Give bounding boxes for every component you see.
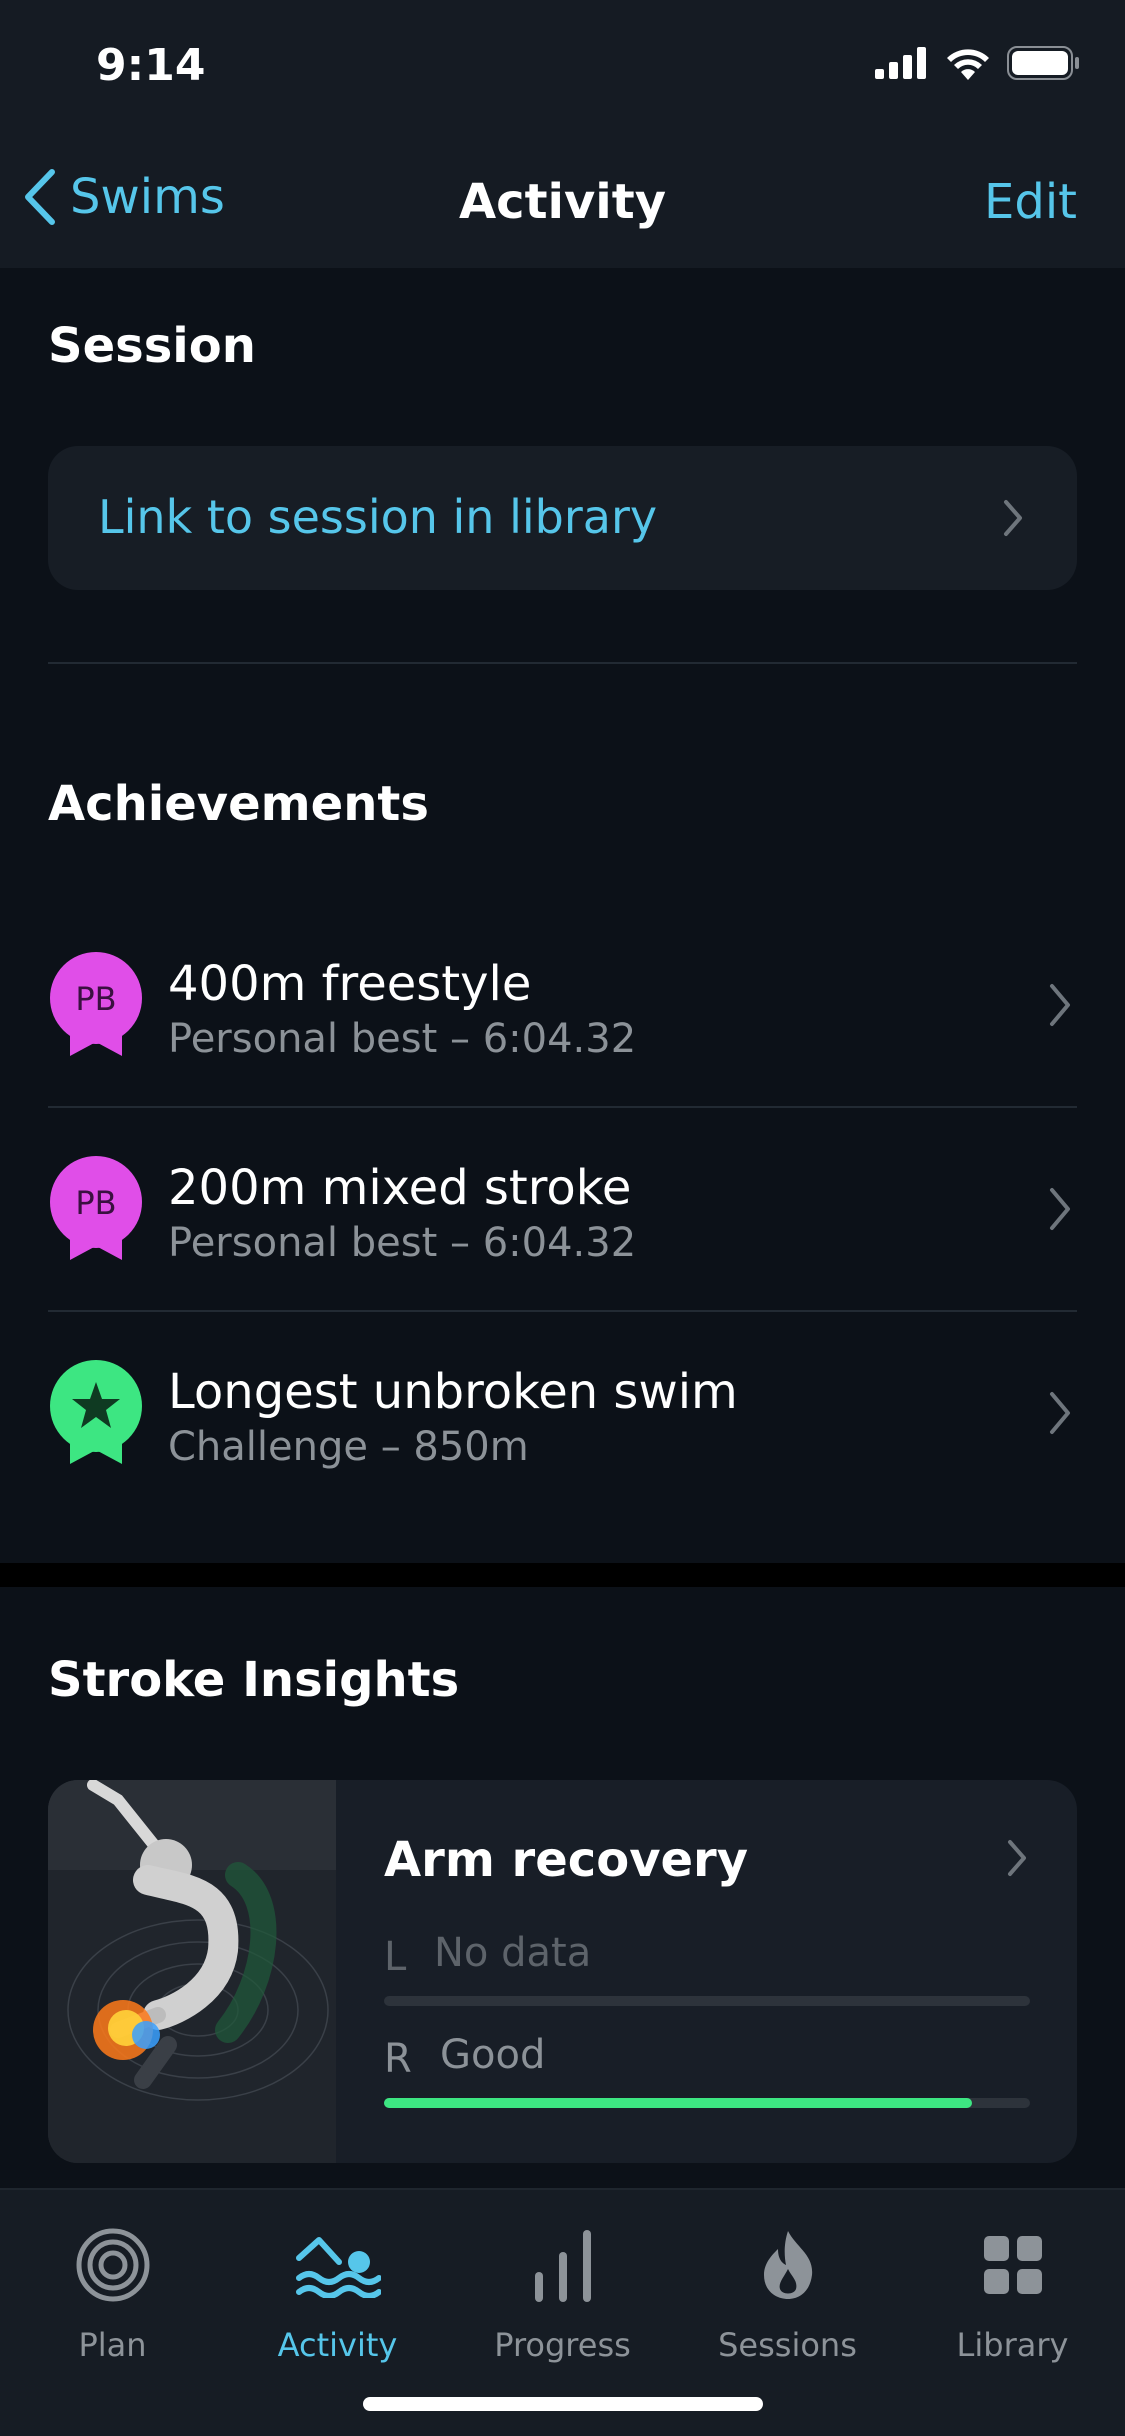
tab-label: Library: [956, 2326, 1069, 2364]
achievements-title: Achievements: [48, 776, 429, 832]
tab-label: Sessions: [718, 2326, 857, 2364]
stroke-insights-title: Stroke Insights: [48, 1652, 460, 1708]
left-side-label: L: [384, 1934, 407, 1980]
tab-activity[interactable]: Activity: [225, 2190, 450, 2390]
pb-badge-icon: PB: [50, 952, 142, 1056]
link-session-button[interactable]: Link to session in library: [48, 446, 1077, 590]
wifi-icon: [947, 49, 989, 80]
chevron-right-icon: [1050, 1188, 1070, 1230]
pb-badge-icon: PB: [50, 1156, 142, 1260]
grid-icon: [983, 2236, 1042, 2294]
insight-title: Arm recovery: [384, 1832, 749, 1888]
achievement-subtitle: Challenge – 850m: [168, 1424, 529, 1470]
star-badge-icon: [50, 1360, 142, 1464]
page-title: Activity: [459, 174, 666, 230]
achievement-title: Longest unbroken swim: [168, 1364, 738, 1420]
status-icons: [875, 46, 1081, 80]
left-progress-track: [384, 1996, 1030, 2006]
right-side-label: R: [384, 2036, 412, 2082]
section-separator: [0, 1563, 1125, 1587]
tab-bar: Plan Activity Progress Sessions Library: [0, 2188, 1125, 2436]
svg-text:PB: PB: [75, 1184, 116, 1222]
status-bar: 9:14: [0, 0, 1125, 140]
achievement-row[interactable]: PB 200m mixed stroke Personal best – 6:0…: [48, 1106, 1077, 1310]
tab-sessions[interactable]: Sessions: [675, 2190, 900, 2390]
achievement-row[interactable]: PB 400m freestyle Personal best – 6:04.3…: [48, 902, 1077, 1106]
chevron-right-icon: [1050, 1392, 1070, 1434]
chevron-right-icon: [1050, 984, 1070, 1026]
arm-recovery-card[interactable]: Arm recovery L No data R Good: [48, 1780, 1077, 2163]
right-side-value: Good: [440, 2032, 546, 2078]
right-progress-fill: [384, 2098, 972, 2108]
svg-text:PB: PB: [75, 980, 116, 1018]
achievement-subtitle: Personal best – 6:04.32: [168, 1016, 637, 1062]
tab-label: Activity: [277, 2326, 398, 2364]
achievement-subtitle: Personal best – 6:04.32: [168, 1220, 637, 1266]
swimmer-icon: [295, 2237, 381, 2298]
session-title: Session: [48, 318, 256, 374]
bars-icon: [534, 2230, 591, 2302]
chevron-right-icon: [1004, 500, 1022, 536]
tab-progress[interactable]: Progress: [450, 2190, 675, 2390]
chevron-right-icon: [1008, 1840, 1026, 1876]
left-side-value: No data: [434, 1930, 592, 1976]
cellular-signal-icon: [875, 47, 926, 79]
achievement-title: 400m freestyle: [168, 956, 532, 1012]
edit-button[interactable]: Edit: [984, 174, 1077, 230]
target-icon: [76, 2228, 149, 2302]
divider: [48, 662, 1077, 664]
tab-label: Progress: [494, 2326, 631, 2364]
tab-plan[interactable]: Plan: [0, 2190, 225, 2390]
tab-library[interactable]: Library: [900, 2190, 1125, 2390]
link-session-label: Link to session in library: [98, 490, 658, 544]
nav-bar: Swims Activity Edit: [0, 140, 1125, 268]
achievement-title: 200m mixed stroke: [168, 1160, 632, 1216]
flame-icon: [763, 2231, 812, 2299]
home-indicator: [363, 2397, 763, 2411]
tab-label: Plan: [78, 2326, 147, 2364]
right-progress-track: [384, 2098, 1030, 2108]
achievement-row[interactable]: Longest unbroken swim Challenge – 850m: [48, 1310, 1077, 1514]
status-time: 9:14: [96, 40, 206, 91]
battery-icon: [1007, 46, 1079, 80]
swimmer-heatmap-image: [48, 1780, 336, 2163]
